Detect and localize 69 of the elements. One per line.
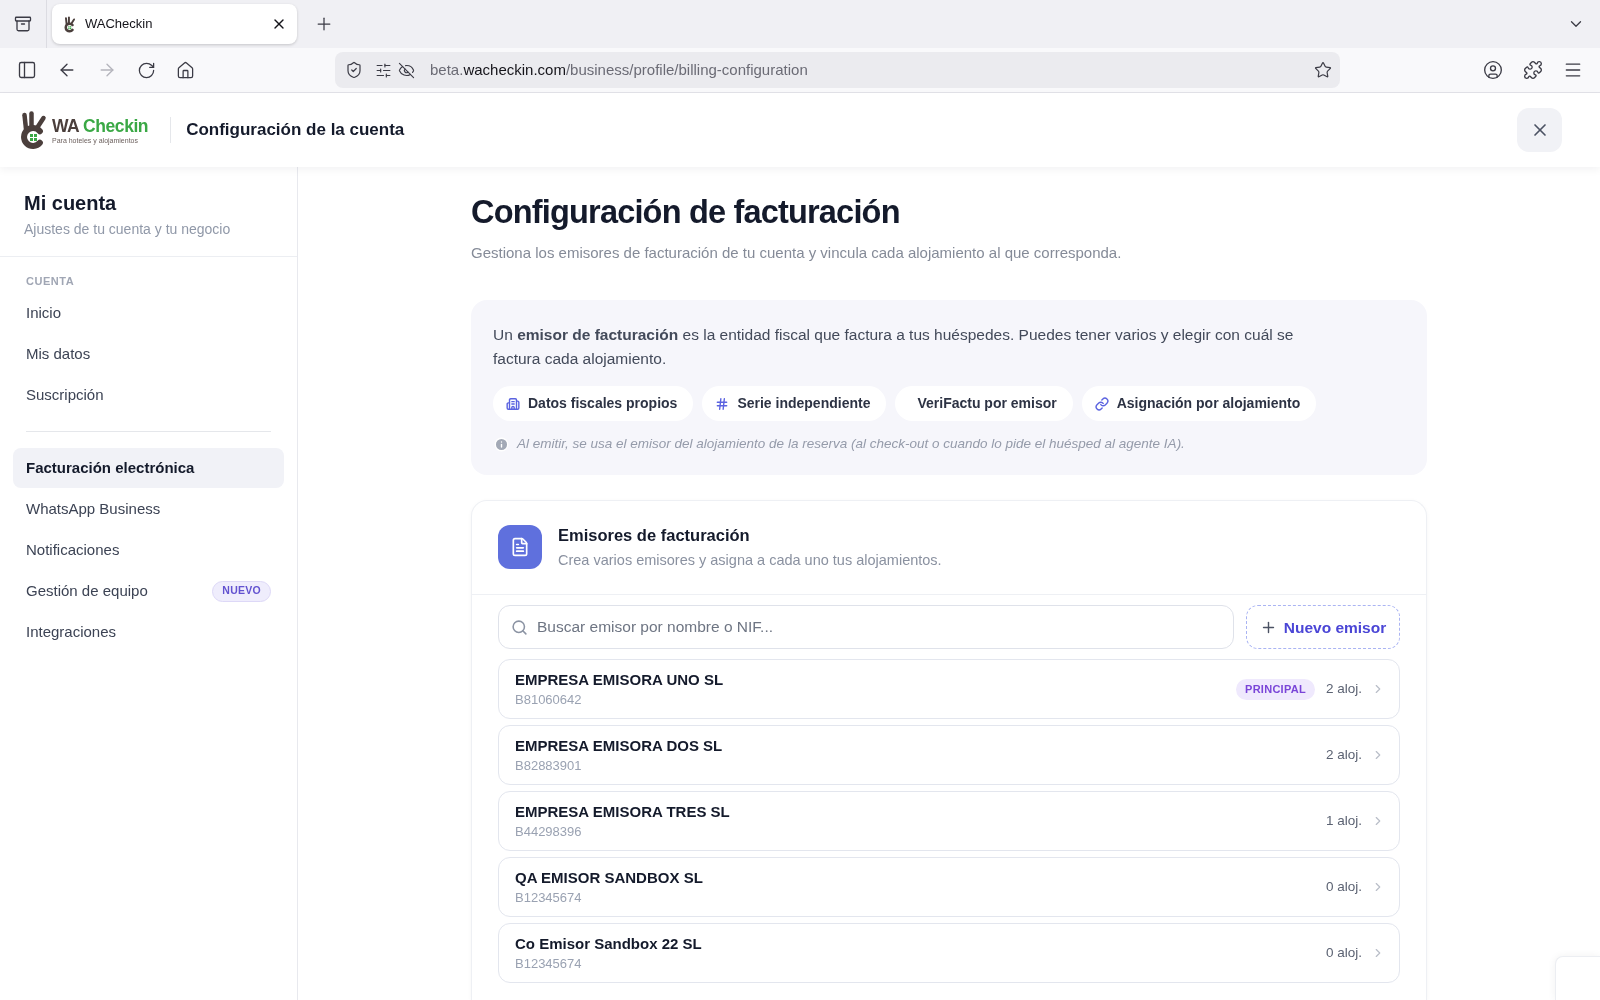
feature-label: VeriFactu por emisor <box>917 394 1057 413</box>
section-label: CUENTA <box>25 274 76 289</box>
address-bar[interactable]: beta.wacheckin.com/business/profile/billing-configuration <box>335 52 1340 88</box>
sidebar-item[interactable]: Integraciones <box>13 612 284 652</box>
issuer-nif: B12345674 <box>515 954 583 973</box>
search-field[interactable]: Buscar emisor por nombre o NIF... <box>498 605 1234 650</box>
tray-icon[interactable] <box>14 15 32 33</box>
sliders-icon[interactable] <box>375 61 392 79</box>
sidebar-item[interactable]: Facturación electrónica <box>13 448 284 488</box>
shield-icon[interactable] <box>345 61 363 79</box>
page-subtitle: Gestiona los emisores de facturación de tu cuenta y vincula cada alojamiento al que corresponda. <box>471 243 1123 263</box>
link-icon <box>1094 396 1109 411</box>
lodging-count: 2 aloj. <box>1325 680 1362 699</box>
lodging-count: 2 aloj. <box>1325 746 1362 765</box>
info-note: Al emitir, se usa el emisor del alojamiento de la reserva (al check-out o cuando lo pide el huésped al agente IA). <box>517 435 1185 453</box>
issuer-name: EMPRESA EMISORA DOS SL <box>515 735 724 756</box>
sidebar-item[interactable]: Gestión de equipo NUEVO <box>13 571 284 611</box>
issuer-nif: B12345674 <box>515 888 583 907</box>
issuer-name: Co Emisor Sandbox 22 SL <box>515 933 703 954</box>
issuer-row[interactable]: EMPRESA EMISORA DOS SL B82883901 2 aloj. <box>498 725 1400 786</box>
lodging-count: 0 aloj. <box>1325 878 1362 897</box>
issuer-nif: B82883901 <box>515 756 583 775</box>
info-icon <box>494 436 509 452</box>
eye-off-icon[interactable] <box>398 61 415 79</box>
reload-icon[interactable] <box>137 60 156 80</box>
principal-tag: PRINCIPAL <box>1236 678 1315 700</box>
card-title: Emisores de facturación <box>558 525 751 547</box>
search-icon <box>511 618 528 636</box>
close-button[interactable] <box>1517 108 1562 152</box>
issuer-name: EMPRESA EMISORA TRES SL <box>515 801 731 822</box>
document-icon <box>498 525 542 570</box>
sidebar-title: Mi cuenta <box>24 191 118 216</box>
issuer-row[interactable]: EMPRESA EMISORA TRES SL B44298396 1 aloj. <box>498 791 1400 852</box>
new-tag: NUEVO <box>212 580 271 602</box>
sidebar-toggle-icon[interactable] <box>17 60 37 80</box>
issuer-name: QA EMISOR SANDBOX SL <box>515 867 704 888</box>
browser-tab[interactable]: WACheckin <box>52 4 297 44</box>
header-title: Configuración de la cuenta <box>186 119 405 142</box>
url-text: beta.wacheckin.com/business/profile/billing-configuration <box>430 59 808 80</box>
card-subtitle: Crea varios emisores y asigna a cada uno tus alojamientos. <box>558 551 942 571</box>
lodging-count: 0 aloj. <box>1325 944 1362 963</box>
lodging-count: 1 aloj. <box>1325 812 1362 831</box>
issuer-row[interactable]: Co Emisor Sandbox 22 SL B12345674 0 aloj. <box>498 923 1400 984</box>
info-text: Un emisor de facturación es la entidad fiscal que factura a tus huéspedes. Puedes tener varios y elegir con cuál se factura cada alojamiento. <box>493 325 1295 369</box>
sidebar-item[interactable]: WhatsApp Business <box>13 489 284 529</box>
home-icon[interactable] <box>176 60 195 80</box>
issuer-name: EMPRESA EMISORA UNO SL <box>515 669 725 690</box>
hash-icon <box>715 396 730 411</box>
page-title: Configuración de facturación <box>471 193 901 232</box>
building-icon <box>506 396 520 411</box>
feature-label: Serie independiente <box>737 394 871 413</box>
feature-label: Datos fiscales propios <box>528 394 678 413</box>
sidebar-item[interactable]: Notificaciones <box>13 530 284 570</box>
brand-name: WA Checkin <box>52 115 149 136</box>
issuer-row[interactable]: EMPRESA EMISORA UNO SL B81060642 PRINCIPAL 2 aloj. <box>498 659 1400 720</box>
new-issuer-button[interactable]: Nuevo emisor <box>1246 605 1400 650</box>
puzzle-icon[interactable] <box>1523 60 1543 80</box>
sidebar-item[interactable]: Suscripción <box>13 375 284 415</box>
issuer-nif: B81060642 <box>515 690 583 709</box>
sidebar-item[interactable]: Inicio <box>13 293 284 333</box>
feature-label: Asignación por alojamiento <box>1116 394 1301 413</box>
issuer-nif: B44298396 <box>515 822 583 841</box>
star-icon[interactable] <box>1314 61 1332 79</box>
sidebar-item[interactable]: Mis datos <box>13 334 284 374</box>
hand-logo-icon <box>20 110 48 150</box>
sidebar-subtitle: Ajustes de tu cuenta y tu negocio <box>24 220 232 239</box>
hand-logo-icon <box>64 15 76 33</box>
issuer-row[interactable]: QA EMISOR SANDBOX SL B12345674 0 aloj. <box>498 857 1400 918</box>
account-icon[interactable] <box>1483 60 1503 80</box>
